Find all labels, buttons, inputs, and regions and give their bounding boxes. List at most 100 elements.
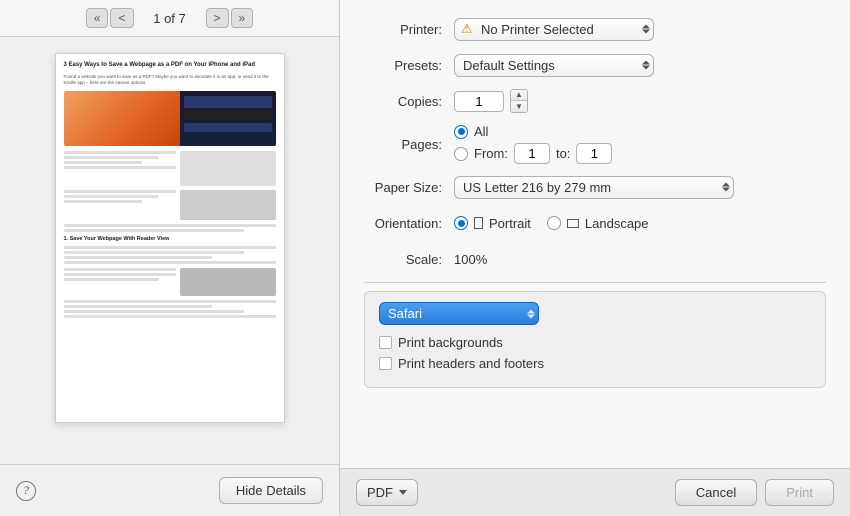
print-headers-row: Print headers and footers <box>379 356 811 371</box>
orientation-row: Orientation: Portrait Landscape <box>364 210 826 236</box>
scale-row: Scale: 100% <box>364 246 826 272</box>
presets-select-wrapper: Default Settings <box>454 54 654 77</box>
text-line <box>64 156 160 159</box>
copies-stepper: ▲ ▼ <box>510 89 528 113</box>
printer-control: ⚠ No Printer Selected <box>454 18 826 41</box>
copies-input[interactable] <box>454 91 504 112</box>
pages-from-input[interactable] <box>514 143 550 164</box>
right-panel: Printer: ⚠ No Printer Selected Presets: <box>340 0 850 516</box>
cancel-button[interactable]: Cancel <box>675 479 757 506</box>
portrait-radio[interactable] <box>454 216 468 230</box>
presets-label: Presets: <box>364 58 454 73</box>
first-page-button[interactable]: « <box>86 8 109 28</box>
orientation-control: Portrait Landscape <box>454 216 826 231</box>
safari-select[interactable]: Safari <box>379 302 539 325</box>
scale-value: 100% <box>454 252 487 267</box>
pages-all-row: All <box>454 124 612 139</box>
portrait-icon <box>474 217 483 229</box>
action-buttons: Cancel Print <box>675 479 834 506</box>
text-line <box>64 268 177 271</box>
text-line <box>64 246 276 249</box>
copies-label: Copies: <box>364 94 454 109</box>
text-line <box>64 200 143 203</box>
printer-select[interactable]: No Printer Selected <box>454 18 654 41</box>
pages-to-input[interactable] <box>576 143 612 164</box>
pdf-dropdown-icon <box>399 490 407 495</box>
page-preview: 3 Easy Ways to Save a Webpage as a PDF o… <box>55 53 285 423</box>
preview-area: 3 Easy Ways to Save a Webpage as a PDF o… <box>0 37 339 464</box>
pages-radio-group: All From: to: <box>454 124 612 164</box>
presets-control: Default Settings <box>454 54 826 77</box>
print-options: Printer: ⚠ No Printer Selected Presets: <box>340 0 850 468</box>
print-button[interactable]: Print <box>765 479 834 506</box>
text-line <box>64 224 276 227</box>
presets-row: Presets: Default Settings <box>364 52 826 78</box>
copies-control: ▲ ▼ <box>454 89 826 113</box>
pages-from-radio[interactable] <box>454 147 468 161</box>
landscape-radio[interactable] <box>547 216 561 230</box>
text-line <box>64 278 160 281</box>
print-backgrounds-label: Print backgrounds <box>398 335 503 350</box>
portrait-option: Portrait <box>454 216 531 231</box>
preview-section-title: 1. Save Your Webpage With Reader View <box>64 236 276 244</box>
text-line <box>64 300 276 303</box>
printer-row: Printer: ⚠ No Printer Selected <box>364 16 826 42</box>
preview-subtitle: Found a website you want to save as a PD… <box>64 74 276 87</box>
print-backgrounds-row: Print backgrounds <box>379 335 811 350</box>
orientation-label: Orientation: <box>364 216 454 231</box>
left-panel: « < 1 of 7 > » 3 Easy Ways to Save a Web… <box>0 0 340 516</box>
pdf-button[interactable]: PDF <box>356 479 418 506</box>
copies-row: Copies: ▲ ▼ <box>364 88 826 114</box>
page-content: 3 Easy Ways to Save a Webpage as a PDF o… <box>56 54 284 422</box>
preview-title: 3 Easy Ways to Save a Webpage as a PDF o… <box>64 62 276 70</box>
text-line <box>64 256 212 259</box>
landscape-label: Landscape <box>585 216 649 231</box>
pages-to-label: to: <box>556 146 570 161</box>
print-headers-checkbox[interactable] <box>379 357 392 370</box>
text-line <box>64 315 276 318</box>
pages-all-label: All <box>474 124 488 139</box>
pages-row: Pages: All From: to: <box>364 124 826 164</box>
pages-all-radio[interactable] <box>454 125 468 139</box>
safari-select-wrapper: Safari <box>379 302 539 325</box>
next-page-button[interactable]: > <box>206 8 229 28</box>
text-line <box>64 166 177 169</box>
pages-label: Pages: <box>364 137 454 152</box>
pages-from-row: From: to: <box>454 143 612 164</box>
text-line <box>64 229 244 232</box>
printer-select-wrapper: ⚠ No Printer Selected <box>454 18 654 41</box>
preview-hero-image <box>64 91 276 146</box>
text-line <box>64 305 212 308</box>
paper-size-select[interactable]: US Letter 216 by 279 mm <box>454 176 734 199</box>
scale-label: Scale: <box>364 252 454 267</box>
printer-label: Printer: <box>364 22 454 37</box>
bottom-panel: ? Hide Details <box>0 464 339 516</box>
text-line <box>64 151 177 154</box>
page-indicator: 1 of 7 <box>150 11 190 26</box>
text-line <box>64 310 244 313</box>
text-line <box>64 190 177 193</box>
prev-page-button[interactable]: < <box>110 8 133 28</box>
presets-select[interactable]: Default Settings <box>454 54 654 77</box>
toolbar: « < 1 of 7 > » <box>0 0 339 37</box>
print-headers-label: Print headers and footers <box>398 356 544 371</box>
safari-section: Safari Print backgrounds Print headers a… <box>364 291 826 388</box>
text-line <box>64 195 160 198</box>
help-button[interactable]: ? <box>16 481 36 501</box>
print-backgrounds-checkbox[interactable] <box>379 336 392 349</box>
last-page-button[interactable]: » <box>231 8 254 28</box>
hide-details-button[interactable]: Hide Details <box>219 477 323 504</box>
pages-control: All From: to: <box>454 124 826 164</box>
bottom-bar: PDF Cancel Print <box>340 468 850 516</box>
paper-size-row: Paper Size: US Letter 216 by 279 mm <box>364 174 826 200</box>
paper-size-control: US Letter 216 by 279 mm <box>454 176 826 199</box>
next-nav-group: > » <box>206 8 254 28</box>
paper-size-select-wrapper: US Letter 216 by 279 mm <box>454 176 734 199</box>
copies-decrement-button[interactable]: ▼ <box>511 101 527 112</box>
text-line <box>64 273 177 276</box>
safari-select-row: Safari <box>379 302 811 325</box>
copies-increment-button[interactable]: ▲ <box>511 90 527 101</box>
pdf-label: PDF <box>367 485 393 500</box>
prev-nav-group: « < <box>86 8 134 28</box>
scale-control: 100% <box>454 252 826 267</box>
